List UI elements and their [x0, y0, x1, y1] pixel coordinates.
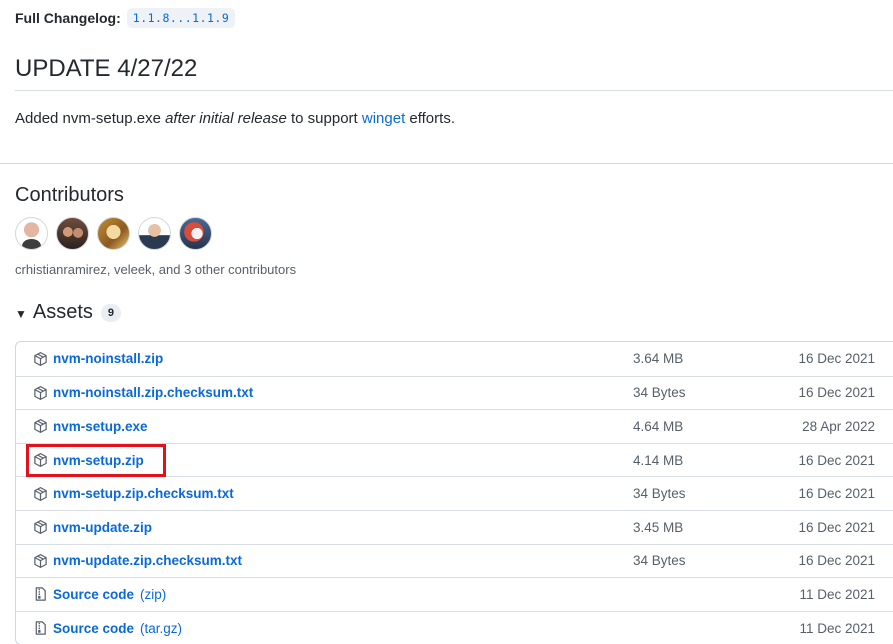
asset-size: 34 Bytes [633, 385, 686, 401]
asset-size: 3.64 MB [633, 351, 684, 367]
asset-row: Source code (tar.gz) 11 Dec 2021 [16, 610, 893, 644]
changelog-label: Full Changelog: [15, 10, 121, 26]
asset-date: 11 Dec 2021 [799, 586, 875, 602]
avatar[interactable] [138, 217, 171, 250]
asset-link[interactable]: Source code (zip) [53, 587, 166, 602]
asset-date: 16 Dec 2021 [798, 553, 875, 569]
asset-date: 16 Dec 2021 [798, 486, 875, 502]
asset-date: 16 Dec 2021 [798, 351, 875, 367]
asset-size: 34 Bytes [633, 553, 686, 569]
file-zip-icon [33, 620, 48, 636]
package-icon [33, 351, 48, 367]
update-text-emphasis: after initial release [165, 110, 287, 127]
compare-link[interactable]: 1.1.8...1.1.9 [126, 8, 236, 28]
package-icon [33, 385, 48, 401]
assets-toggle[interactable]: ▼ Assets 9 [15, 301, 122, 324]
asset-link[interactable]: nvm-update.zip [53, 520, 152, 535]
asset-size: 34 Bytes [633, 486, 686, 502]
asset-size: 4.14 MB [633, 452, 684, 468]
package-icon [33, 519, 48, 535]
update-text-pre: Added nvm-setup.exe [15, 110, 166, 127]
asset-row: nvm-setup.exe 4.64 MB 28 Apr 2022 [16, 409, 893, 443]
asset-date: 16 Dec 2021 [798, 519, 875, 535]
asset-row: nvm-noinstall.zip.checksum.txt 34 Bytes 16… [16, 375, 893, 410]
asset-format: (zip) [140, 586, 167, 602]
asset-size: 4.64 MB [633, 418, 684, 434]
divider [15, 90, 893, 91]
caret-down-icon: ▼ [15, 306, 27, 321]
contributors-heading: Contributors [15, 184, 124, 206]
asset-row: Source code (zip) 11 Dec 2021 [16, 577, 893, 611]
full-changelog: Full Changelog: 1.1.8...1.1.9 [15, 8, 236, 28]
asset-name: nvm-setup.zip.checksum.txt [53, 486, 234, 502]
avatar[interactable] [179, 217, 212, 250]
asset-row: nvm-noinstall.zip 3.64 MB 16 Dec 2021 [16, 342, 893, 376]
update-description: Added nvm-setup.exe after initial releas… [15, 110, 455, 127]
package-icon [33, 486, 48, 502]
asset-name: nvm-setup.zip [53, 452, 144, 468]
asset-date: 16 Dec 2021 [798, 385, 875, 401]
winget-link[interactable]: winget [362, 110, 405, 127]
asset-name: nvm-noinstall.zip [53, 351, 164, 367]
asset-row: nvm-update.zip 3.45 MB 16 Dec 2021 [16, 509, 893, 544]
avatar[interactable] [15, 217, 48, 250]
asset-link[interactable]: Source code (tar.gz) [53, 621, 182, 636]
section-divider [0, 163, 893, 164]
asset-date: 28 Apr 2022 [802, 418, 875, 434]
assets-list: nvm-noinstall.zip 3.64 MB 16 Dec 2021 nvm-n… [15, 341, 893, 644]
asset-date: 16 Dec 2021 [798, 452, 875, 468]
asset-date: 11 Dec 2021 [799, 620, 875, 636]
asset-row: nvm-setup.zip.checksum.txt 34 Bytes 16 Dec… [16, 476, 893, 510]
assets-title: Assets [32, 301, 93, 323]
package-icon [33, 452, 48, 468]
asset-name: Source code [53, 620, 135, 636]
asset-size: 3.45 MB [633, 519, 684, 535]
update-text-mid: to support [286, 110, 362, 127]
asset-row: nvm-update.zip.checksum.txt 34 Bytes 16 De… [16, 543, 893, 578]
file-zip-icon [33, 586, 48, 602]
asset-row: nvm-setup.zip 4.14 MB 16 Dec 2021 [16, 442, 893, 477]
asset-link[interactable]: nvm-setup.exe [53, 419, 148, 434]
asset-link[interactable]: nvm-setup.zip [53, 453, 144, 468]
update-text-post: efforts. [405, 110, 455, 127]
package-icon [33, 553, 48, 569]
asset-name: nvm-update.zip [53, 519, 153, 535]
asset-name: Source code [53, 586, 135, 602]
avatar[interactable] [56, 217, 89, 250]
asset-link[interactable]: nvm-update.zip.checksum.txt [53, 553, 242, 568]
package-icon [33, 418, 48, 434]
asset-name: nvm-update.zip.checksum.txt [53, 553, 243, 569]
contributor-avatars [15, 217, 212, 250]
contributors-names: crhistianramirez, veleek, and 3 other co… [15, 262, 297, 277]
asset-link[interactable]: nvm-noinstall.zip [53, 351, 163, 366]
avatar[interactable] [97, 217, 130, 250]
asset-name: nvm-noinstall.zip.checksum.txt [53, 385, 254, 401]
asset-link[interactable]: nvm-setup.zip.checksum.txt [53, 486, 234, 501]
update-heading: UPDATE 4/27/22 [15, 55, 198, 82]
asset-name: nvm-setup.exe [53, 418, 148, 434]
asset-format: (tar.gz) [140, 620, 183, 636]
asset-link[interactable]: nvm-noinstall.zip.checksum.txt [53, 385, 253, 400]
assets-count-badge: 9 [100, 303, 122, 322]
